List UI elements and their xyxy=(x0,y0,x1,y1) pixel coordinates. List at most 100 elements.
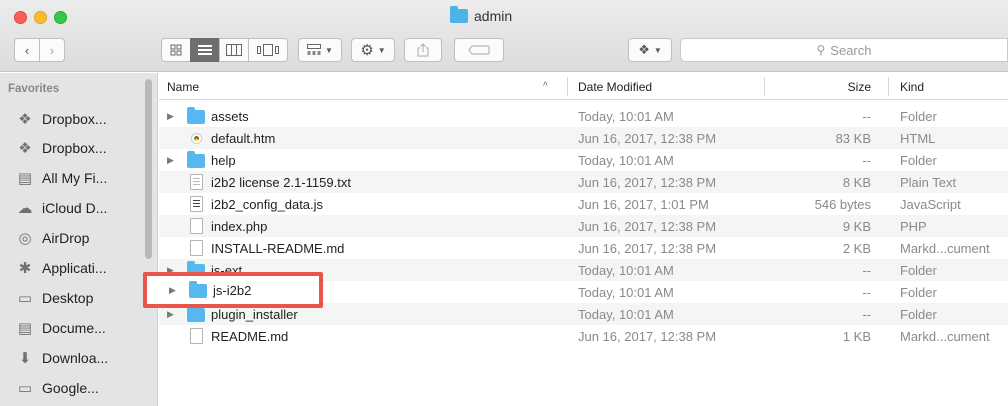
airdrop-icon: ◎ xyxy=(18,230,32,247)
documents-icon: ▤ xyxy=(17,320,33,337)
file-kind: Folder xyxy=(900,284,937,300)
sidebar-item-desktop[interactable]: ▭ Desktop xyxy=(16,286,93,310)
file-name: assets xyxy=(211,108,249,124)
column-view-icon xyxy=(226,44,242,56)
table-row[interactable]: i2b2 license 2.1-1159.txt Jun 16, 2017, 1… xyxy=(159,171,1008,193)
file-kind: PHP xyxy=(900,218,927,234)
file-size: 2 KB xyxy=(842,240,871,256)
sidebar-item-dropbox-2[interactable]: ❖ Dropbox... xyxy=(16,136,106,160)
sidebar-item-all-my-files[interactable]: ▤ All My Fi... xyxy=(16,166,107,190)
document-icon xyxy=(187,325,205,347)
file-date-modified: Today, 10:01 AM xyxy=(578,262,674,278)
file-name: js-i2b2 xyxy=(213,283,252,298)
file-name: i2b2_config_data.js xyxy=(211,196,324,212)
column-divider[interactable] xyxy=(888,77,889,96)
search-input[interactable]: ⚲ Search xyxy=(680,38,1008,62)
sidebar-item-airdrop[interactable]: ◎ AirDrop xyxy=(16,226,89,250)
folder-icon xyxy=(189,281,207,298)
back-arrow-icon: ‹ xyxy=(24,42,30,58)
column-view-button[interactable] xyxy=(219,38,249,62)
disclosure-spacer xyxy=(167,171,179,193)
dropbox-icon: ❖ xyxy=(638,42,650,57)
file-kind: Folder xyxy=(900,262,937,278)
file-size: -- xyxy=(862,306,871,322)
file-name: default.htm xyxy=(211,130,276,146)
file-size: 9 KB xyxy=(842,218,871,234)
minimize-window-button[interactable] xyxy=(34,11,47,24)
sidebar-item-documents[interactable]: ▤ Docume... xyxy=(16,316,106,340)
sidebar-item-icloud-drive[interactable]: ☁ iCloud D... xyxy=(16,196,108,220)
sidebar-item-dropbox-1[interactable]: ❖ Dropbox... xyxy=(16,107,106,131)
action-menu-button[interactable]: ⚙ ▼ xyxy=(351,38,395,62)
zoom-window-button[interactable] xyxy=(54,11,67,24)
gear-icon: ⚙ xyxy=(360,42,374,59)
folder-icon: ▭ xyxy=(17,380,33,397)
file-kind: Markd...cument xyxy=(900,240,990,256)
sort-ascending-icon: ^ xyxy=(543,81,548,92)
file-size: 546 bytes xyxy=(814,196,871,212)
forward-button[interactable]: › xyxy=(39,38,65,62)
close-window-button[interactable] xyxy=(14,11,27,24)
file-date-modified: Today, 10:01 AM xyxy=(578,152,674,168)
table-row[interactable]: ▶ help Today, 10:01 AM -- Folder xyxy=(159,149,1008,171)
disclosure-spacer xyxy=(167,127,179,149)
file-size: 8 KB xyxy=(842,174,871,190)
disclosure-triangle-icon[interactable]: ▶ xyxy=(169,285,176,296)
table-row[interactable]: ▶ assets Today, 10:01 AM -- Folder xyxy=(159,105,1008,127)
table-row[interactable]: INSTALL-README.md Jun 16, 2017, 12:38 PM 2… xyxy=(159,237,1008,259)
file-size: -- xyxy=(862,262,871,278)
title-bar: admin ‹ › ▼ ⚙ ▼ ❖ ▼ ⚲ Search xyxy=(0,0,1008,72)
file-kind: JavaScript xyxy=(900,196,961,212)
desktop-icon: ▭ xyxy=(17,290,33,307)
javascript-file-icon xyxy=(187,193,205,215)
column-divider[interactable] xyxy=(567,77,568,96)
list-view-button[interactable] xyxy=(190,38,220,62)
file-kind: Folder xyxy=(900,152,937,168)
dropbox-menu-button[interactable]: ❖ ▼ xyxy=(628,38,672,62)
document-icon xyxy=(187,237,205,259)
cloud-icon: ☁ xyxy=(17,200,33,217)
sidebar-item-applications[interactable]: ✱ Applicati... xyxy=(16,256,107,280)
folder-icon xyxy=(450,6,468,23)
tags-button[interactable] xyxy=(454,38,504,62)
disclosure-triangle-icon[interactable]: ▶ xyxy=(167,149,179,171)
sidebar-item-downloads[interactable]: ⬇ Downloa... xyxy=(16,346,108,370)
file-kind: Plain Text xyxy=(900,174,957,190)
share-icon xyxy=(417,43,429,57)
dropbox-icon: ❖ xyxy=(18,111,32,128)
table-row[interactable]: default.htm Jun 16, 2017, 12:38 PM 83 KB HT… xyxy=(159,127,1008,149)
column-header-size[interactable]: Size xyxy=(759,73,871,100)
chevron-down-icon: ▼ xyxy=(325,45,333,55)
file-date-modified: Jun 16, 2017, 12:38 PM xyxy=(578,130,717,146)
column-header-name[interactable]: Name xyxy=(167,73,199,100)
chevron-down-icon: ▼ xyxy=(653,45,662,55)
arrange-menu-button[interactable]: ▼ xyxy=(298,38,342,62)
column-header-kind[interactable]: Kind xyxy=(900,73,924,100)
disclosure-triangle-icon[interactable]: ▶ xyxy=(167,105,179,127)
table-row[interactable]: i2b2_config_data.js Jun 16, 2017, 1:01 PM… xyxy=(159,193,1008,215)
file-name: index.php xyxy=(211,218,268,234)
back-button[interactable]: ‹ xyxy=(14,38,40,62)
text-file-icon xyxy=(187,171,205,193)
share-button[interactable] xyxy=(404,38,442,62)
icon-view-button[interactable] xyxy=(161,38,191,62)
column-header-date-modified[interactable]: Date Modified xyxy=(578,73,652,100)
table-row[interactable]: README.md Jun 16, 2017, 12:38 PM 1 KB Markd… xyxy=(159,325,1008,347)
document-icon xyxy=(187,215,205,237)
cover-flow-button[interactable] xyxy=(248,38,288,62)
sidebar-item-google-drive[interactable]: ▭ Google... xyxy=(16,376,99,400)
annotation-highlight-box: ▶ js-i2b2 xyxy=(143,272,323,308)
file-size: 1 KB xyxy=(842,328,871,344)
file-date-modified: Today, 10:01 AM xyxy=(578,108,674,124)
file-size: 83 KB xyxy=(835,130,871,146)
file-date-modified: Today, 10:01 AM xyxy=(578,284,674,300)
chevron-down-icon: ▼ xyxy=(377,45,386,55)
file-size: -- xyxy=(862,284,871,300)
forward-arrow-icon: › xyxy=(49,42,55,58)
sidebar-scrollbar[interactable] xyxy=(145,79,152,259)
icon-view-icon xyxy=(170,44,182,56)
highlighted-row-js-i2b2[interactable]: ▶ js-i2b2 xyxy=(149,281,317,301)
window-title-text: admin xyxy=(474,8,513,24)
search-icon: ⚲ xyxy=(816,43,826,57)
table-row[interactable]: index.php Jun 16, 2017, 12:38 PM 9 KB PHP xyxy=(159,215,1008,237)
